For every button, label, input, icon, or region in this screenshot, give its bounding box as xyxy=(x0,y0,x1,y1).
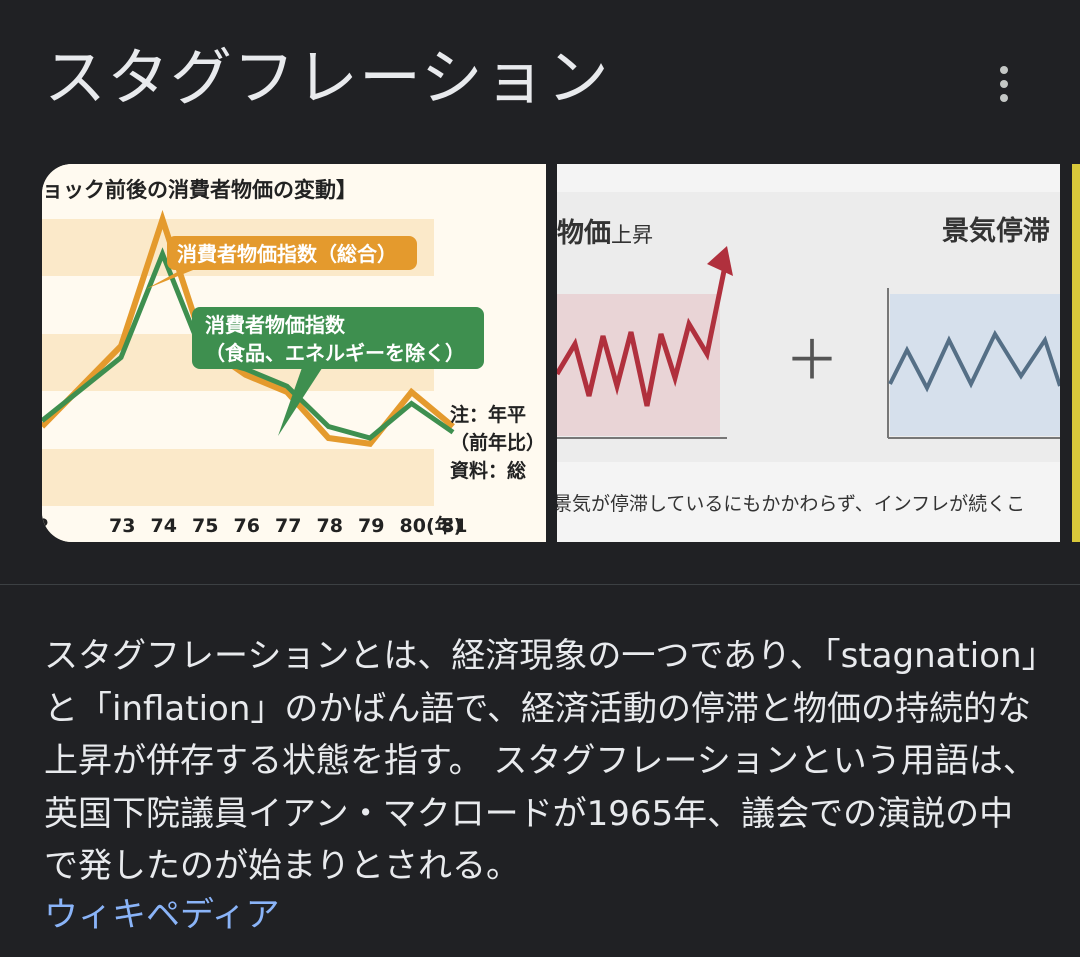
chart-note-3: 資料：総 xyxy=(450,459,526,482)
x-tick-label: 76 xyxy=(234,515,260,537)
image-card-cpi-chart[interactable]: ョック前後の消費者物価の変動】 消費者物価指数（総合） 消費者物価指数 （食品、… xyxy=(42,164,546,542)
legend-total-label: 消費者物価指数（総合） xyxy=(177,242,397,266)
x-tick-first-partial: 2 xyxy=(42,515,49,537)
cpi-chart: ョック前後の消費者物価の変動】 消費者物価指数（総合） 消費者物価指数 （食品、… xyxy=(42,164,546,542)
legend-core-label-2: （食品、エネルギーを除く） xyxy=(205,341,465,365)
chart-note-1: 注：年平 xyxy=(450,403,526,426)
legend-core-label-1: 消費者物価指数 xyxy=(205,313,346,337)
description-text: スタグフレーションとは、経済現象の一つであり、「stagnation」と「inf… xyxy=(44,636,1039,886)
svg-text:物価上昇: 物価上昇 xyxy=(557,218,653,249)
wikipedia-link[interactable]: ウィキペディア xyxy=(44,892,280,938)
x-tick-label: 74 xyxy=(151,515,177,537)
chart-note-2: （前年比） xyxy=(450,431,545,454)
stagflation-illustration: 物価上昇 景気停滞 ＋ 景気が停滞しているにもかかわらず、インフレが続くこ xyxy=(557,164,1060,542)
x-tick-label: 78 xyxy=(317,515,343,537)
x-axis-unit: (年) xyxy=(426,514,462,537)
plus-sign: ＋ xyxy=(785,329,839,392)
image-card-stagflation-illustration[interactable]: 物価上昇 景気停滞 ＋ 景気が停滞しているにもかかわらず、インフレが続くこ xyxy=(557,164,1060,542)
x-tick-label: 73 xyxy=(109,515,135,537)
label-recession: 景気停滞 xyxy=(942,215,1050,247)
divider xyxy=(0,584,1080,585)
label-price-bold: 物価 xyxy=(557,218,611,249)
page-title: スタグフレーション xyxy=(44,41,610,114)
image-card-next[interactable] xyxy=(1072,164,1080,542)
x-tick-label: 79 xyxy=(358,515,384,537)
chart-title: ョック前後の消費者物価の変動】 xyxy=(42,178,357,202)
x-tick-label: 80 xyxy=(400,515,426,537)
x-tick-label: 77 xyxy=(275,515,301,537)
label-price-rest: 上昇 xyxy=(611,223,653,247)
illustration-caption: 景気が停滞しているにもかかわらず、インフレが続くこ xyxy=(557,493,1025,515)
image-carousel[interactable]: ョック前後の消費者物価の変動】 消費者物価指数（総合） 消費者物価指数 （食品、… xyxy=(42,164,1080,542)
x-tick-label: 75 xyxy=(192,515,218,537)
chart-band xyxy=(42,449,434,506)
more-vert-icon[interactable] xyxy=(982,62,1026,106)
